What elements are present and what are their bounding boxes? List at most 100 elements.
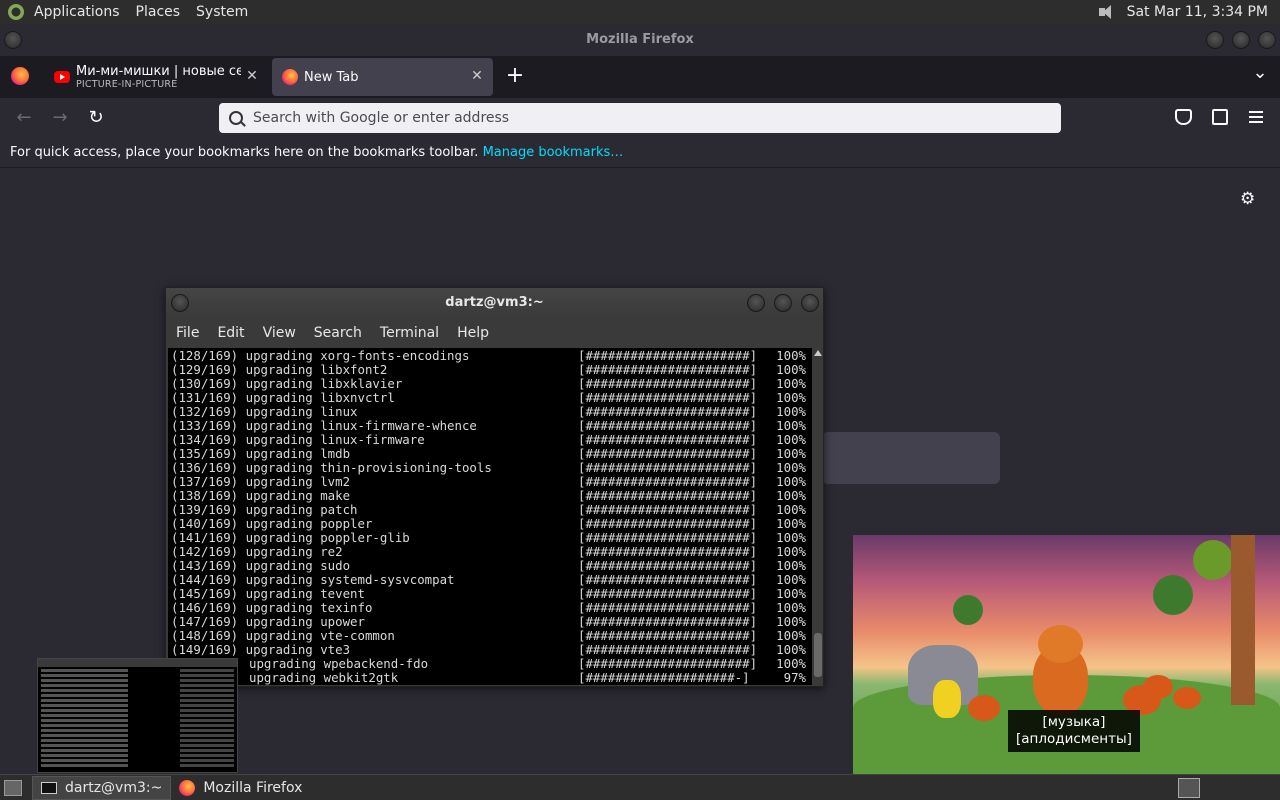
- package-name: linux-firmware-whence: [320, 418, 477, 433]
- terminal-line: (130/169) upgrading libxklavier [########…: [168, 377, 812, 391]
- terminal-menubar: File Edit View Search Terminal Help: [166, 318, 823, 348]
- close-window-button[interactable]: [1258, 31, 1276, 49]
- hamburger-menu-icon[interactable]: [1249, 111, 1263, 123]
- terminal-minimize-button[interactable]: [747, 294, 765, 312]
- line-verb: upgrading: [245, 390, 313, 405]
- progress-bar-text: [######################]: [578, 558, 758, 573]
- url-bar[interactable]: [219, 103, 1061, 133]
- terminal-line: (134/169) upgrading linux-firmware [#####…: [168, 433, 812, 447]
- scrollbar-thumb[interactable]: [814, 633, 822, 677]
- progress-bar-text: [######################]: [578, 642, 758, 657]
- terminal-window-menu-button[interactable]: [171, 294, 189, 312]
- terminal-menu-search[interactable]: Search: [314, 325, 362, 341]
- terminal-output[interactable]: (128/169) upgrading xorg-fonts-encodings…: [168, 348, 812, 685]
- tree-trunk: [1231, 535, 1255, 705]
- scroll-up-arrow-icon[interactable]: [814, 350, 822, 356]
- line-prefix: (143/169): [171, 558, 239, 573]
- preview-line: [41, 694, 234, 697]
- package-name: xorg-fonts-encodings: [320, 348, 470, 363]
- close-tab-icon[interactable]: ✕: [244, 68, 260, 84]
- line-verb: upgrading: [245, 502, 313, 517]
- menu-applications[interactable]: Applications: [34, 4, 120, 20]
- back-button[interactable]: ←: [12, 106, 36, 130]
- extensions-icon[interactable]: [1212, 109, 1228, 125]
- window-menu-button[interactable]: [4, 31, 22, 49]
- progress-percent: 100%: [776, 446, 806, 461]
- terminal-maximize-button[interactable]: [774, 294, 792, 312]
- pumpkin: [1173, 687, 1201, 709]
- preview-line: [41, 734, 234, 737]
- picture-in-picture-video[interactable]: [музыка] [аплодисменты]: [853, 535, 1280, 775]
- terminal-close-button[interactable]: [801, 294, 819, 312]
- menu-places[interactable]: Places: [136, 4, 181, 20]
- list-all-tabs-icon[interactable]: ⌄: [1250, 62, 1270, 84]
- firefox-icon: [179, 779, 196, 796]
- clock[interactable]: Sat Mar 11, 3:34 PM: [1127, 4, 1268, 20]
- firefox-titlebar[interactable]: Mozilla Firefox: [0, 24, 1280, 56]
- progress-bar-text: [######################]: [578, 586, 758, 601]
- line-verb: upgrading: [245, 362, 313, 377]
- bear-character: [1033, 625, 1088, 715]
- volume-icon[interactable]: [1097, 3, 1119, 21]
- terminal-line: (129/169) upgrading libxfont2 [##########…: [168, 363, 812, 377]
- progress-percent: 100%: [776, 348, 806, 363]
- workspace-switcher[interactable]: [1178, 778, 1200, 798]
- terminal-menu-terminal[interactable]: Terminal: [380, 325, 439, 341]
- gear-icon[interactable]: ⚙: [1240, 191, 1257, 208]
- firefox-view-icon[interactable]: [11, 67, 29, 85]
- terminal-line: (128/169) upgrading xorg-fonts-encodings…: [168, 349, 812, 363]
- preview-line: [41, 754, 234, 757]
- terminal-menu-edit[interactable]: Edit: [217, 325, 244, 341]
- preview-line: [41, 749, 234, 752]
- progress-percent: 100%: [776, 432, 806, 447]
- progress-percent: 100%: [776, 390, 806, 405]
- terminal-titlebar[interactable]: dartz@vm3:~: [166, 288, 823, 318]
- preview-line: [41, 714, 234, 717]
- terminal-menu-help[interactable]: Help: [457, 325, 489, 341]
- close-tab-icon[interactable]: ✕: [469, 68, 485, 84]
- line-prefix: (139/169): [171, 502, 239, 517]
- line-verb: upgrading: [245, 516, 313, 531]
- line-verb: upgrading: [245, 460, 313, 475]
- preview-line: [41, 669, 234, 672]
- show-desktop-icon[interactable]: [4, 779, 22, 796]
- terminal-menu-view[interactable]: View: [263, 325, 296, 341]
- preview-line: [41, 739, 234, 742]
- package-name: vte-common: [320, 628, 395, 643]
- tab-new-tab[interactable]: New Tab ✕: [272, 58, 493, 96]
- maximize-button[interactable]: [1232, 31, 1250, 49]
- window-preview-thumbnail[interactable]: [37, 658, 238, 773]
- package-name: webkit2gtk: [323, 670, 399, 685]
- taskbar-firefox[interactable]: Mozilla Firefox: [171, 776, 310, 800]
- reload-button[interactable]: ↻: [84, 106, 108, 130]
- preview-line: [41, 689, 234, 692]
- newtab-search-box[interactable]: [822, 432, 1000, 484]
- progress-bar-text: [######################]: [578, 516, 758, 531]
- manage-bookmarks-link[interactable]: Manage bookmarks…: [483, 145, 624, 160]
- line-verb: upgrading: [245, 488, 313, 503]
- preview-line: [41, 744, 234, 747]
- menu-system[interactable]: System: [196, 4, 248, 20]
- preview-menubar: [38, 659, 237, 667]
- forward-button[interactable]: →: [48, 106, 72, 130]
- line-prefix: (137/169): [171, 474, 239, 489]
- minimize-button[interactable]: [1206, 31, 1224, 49]
- line-prefix: (132/169): [171, 404, 239, 419]
- yellow-character: [933, 680, 961, 718]
- pocket-icon[interactable]: [1175, 109, 1192, 125]
- terminal-menu-file[interactable]: File: [176, 325, 199, 341]
- terminal-window[interactable]: dartz@vm3:~ File Edit View Search Termin…: [165, 287, 824, 687]
- subtitle-line: [музыка]: [1042, 714, 1106, 730]
- progress-bar-text: [######################]: [578, 544, 758, 559]
- line-prefix: (149/169): [171, 642, 239, 657]
- taskbar-terminal[interactable]: dartz@vm3:~: [32, 775, 172, 800]
- mint-logo-icon[interactable]: [6, 2, 26, 22]
- url-input[interactable]: [253, 110, 1033, 126]
- line-verb: upgrading: [245, 432, 313, 447]
- terminal-scrollbar[interactable]: [813, 348, 823, 685]
- package-name: patch: [320, 502, 358, 517]
- line-prefix: (133/169): [171, 418, 239, 433]
- tab-youtube-pip[interactable]: Ми-ми-мишки | новые серии PICTURE-IN-PIC…: [44, 58, 268, 96]
- new-tab-button[interactable]: +: [504, 65, 526, 87]
- progress-percent: 100%: [776, 572, 806, 587]
